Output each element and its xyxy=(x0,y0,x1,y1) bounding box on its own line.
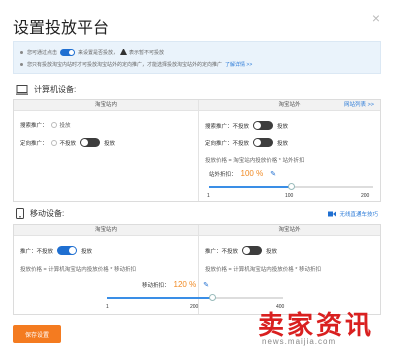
notice-text-1a: 您可通过点击 xyxy=(27,49,58,56)
computer-inside-search-label: 搜索推广： xyxy=(20,123,48,129)
warning-icon xyxy=(120,49,128,55)
toggle-example-icon xyxy=(60,48,76,56)
slider-tick-max: 200 xyxy=(361,193,370,199)
slider-tick-min: 1 xyxy=(106,304,109,310)
dialog-title: 设置投放平台 xyxy=(13,20,110,37)
computer-outside-discount-row: 站外折扣： 100 % ✎ xyxy=(209,169,276,178)
mobile-inside-promo-row: 推广： 不投放 投放 xyxy=(20,246,92,255)
computer-outside-discount-label: 站外折扣： xyxy=(209,171,237,178)
mobile-icon xyxy=(16,208,24,219)
computer-outside-search-row: 搜索推广： 不投放 投放 xyxy=(205,121,288,130)
computer-outside-targeted-toggle[interactable] xyxy=(253,138,274,147)
mobile-outside-formula-text: 投放价格 = 计算机淘宝站内投放价格 * 移动折扣 xyxy=(205,267,321,273)
bullet-icon xyxy=(20,62,23,66)
mobile-inside-promo-toggle[interactable] xyxy=(57,246,78,255)
computer-inside-targeted-toggle[interactable] xyxy=(80,138,101,147)
mobile-discount-label: 移动折扣： xyxy=(142,282,170,289)
radio-icon xyxy=(50,122,57,128)
slider-fill xyxy=(209,186,291,188)
mobile-tips-label[interactable]: 无线直通车技巧 xyxy=(339,210,378,218)
mobile-inside-formula-text: 投放价格 = 计算机淘宝站内投放价格 * 移动折扣 xyxy=(20,267,136,273)
mobile-inside-header: 淘宝站内 xyxy=(14,225,198,236)
computer-outside-search-off: 不投放 xyxy=(232,123,250,130)
mobile-outside-column: 淘宝站外 推广： 不投放 投放 投放价格 = 计算机淘宝站内投放价格 * 移动折… xyxy=(198,225,380,314)
learn-more-link[interactable]: 了解详情 >> xyxy=(225,61,252,68)
edit-icon[interactable]: ✎ xyxy=(203,281,209,289)
edit-icon[interactable]: ✎ xyxy=(270,170,276,178)
close-icon[interactable]: × xyxy=(372,10,380,26)
computer-heading: 计算机设备: xyxy=(16,84,76,95)
computer-outside-discount-slider[interactable] xyxy=(209,183,373,190)
computer-outside-search-toggle[interactable] xyxy=(253,121,274,130)
video-icon xyxy=(328,211,337,217)
notice-line-1: 您可通过点击 来设置是否投放， 表示暂不可投放 xyxy=(20,46,374,58)
slider-tick-min: 1 xyxy=(207,193,210,199)
computer-inside-column: 淘宝站内 搜索推广： 投放 定向推广： 不投放 投放 xyxy=(14,100,198,201)
computer-inside-targeted-on: 投放 xyxy=(104,140,116,147)
mobile-outside-promo-row: 推广： 不投放 投放 xyxy=(205,246,277,255)
computer-inside-targeted-off: 不投放 xyxy=(59,140,77,147)
notice-line-2: 您只有投放淘宝内站时才可投放淘宝站外的定向推广，才能选择投放淘宝站外的定向推广 … xyxy=(20,58,374,70)
computer-panel: 淘宝站内 搜索推广： 投放 定向推广： 不投放 投放 淘宝站外 网站列表 >> … xyxy=(13,99,381,202)
computer-inside-header: 淘宝站内 xyxy=(14,100,198,111)
save-settings-button[interactable]: 保存设置 xyxy=(13,325,61,343)
mobile-outside-promo-toggle[interactable] xyxy=(242,246,263,255)
mobile-discount-value[interactable]: 120 % xyxy=(174,280,197,289)
computer-outside-price-formula: 投放价格 = 淘宝站内投放价格 * 站外折扣 xyxy=(205,156,304,164)
computer-inside-targeted-row: 定向推广： 不投放 投放 xyxy=(20,138,115,147)
computer-outside-column: 淘宝站外 网站列表 >> 搜索推广： 不投放 投放 定向推广： 不投放 投放 投… xyxy=(198,100,380,201)
mobile-discount-slider[interactable] xyxy=(107,294,283,301)
mobile-outside-promo-off: 不投放 xyxy=(221,248,239,255)
computer-outside-targeted-row: 定向推广： 不投放 投放 xyxy=(205,138,288,147)
slider-handle[interactable] xyxy=(287,183,295,190)
mobile-heading-label: 移动设备: xyxy=(30,209,65,218)
slider-tick-mid: 200 xyxy=(190,304,199,310)
computer-outside-search-on: 投放 xyxy=(277,123,289,130)
mobile-outside-promo-on: 投放 xyxy=(266,248,278,255)
computer-outside-formula-text: 投放价格 = 淘宝站内投放价格 * 站外折扣 xyxy=(205,158,305,164)
radio-icon xyxy=(50,139,57,146)
slider-tick-mid: 100 xyxy=(285,193,294,199)
mobile-heading: 移动设备: 无线直通车技巧 xyxy=(16,208,384,219)
notice-text-1b: 来设置是否投放， xyxy=(78,49,119,56)
computer-outside-header: 淘宝站外 网站列表 >> xyxy=(199,100,380,111)
mobile-inside-price-formula: 投放价格 = 计算机淘宝站内投放价格 * 移动折扣 xyxy=(20,265,136,273)
notice-text-1c: 表示暂不可投放 xyxy=(129,49,165,56)
computer-outside-targeted-on: 投放 xyxy=(277,140,289,147)
slider-fill xyxy=(107,297,213,299)
mobile-outside-price-formula: 投放价格 = 计算机淘宝站内投放价格 * 移动折扣 xyxy=(205,265,321,273)
computer-outside-targeted-off: 不投放 xyxy=(232,140,250,147)
mobile-panel: 淘宝站内 推广： 不投放 投放 投放价格 = 计算机淘宝站内投放价格 * 移动折… xyxy=(13,224,381,315)
mobile-tips-link[interactable]: 无线直通车技巧 xyxy=(328,210,378,218)
watermark-url: news.maijia.com xyxy=(262,337,337,346)
computer-outside-discount-value[interactable]: 100 % xyxy=(241,169,264,178)
computer-heading-label: 计算机设备: xyxy=(34,85,77,94)
computer-icon xyxy=(16,84,28,95)
site-list-link[interactable]: 网站列表 >> xyxy=(344,100,374,111)
computer-outside-header-label: 淘宝站外 xyxy=(278,102,301,108)
mobile-outside-header: 淘宝站外 xyxy=(199,225,380,236)
mobile-outside-promo-label: 推广： xyxy=(205,248,222,255)
mobile-inside-promo-off: 不投放 xyxy=(36,248,54,255)
computer-outside-search-label: 搜索推广： xyxy=(205,123,233,130)
mobile-discount-row: 移动折扣： 120 % ✎ xyxy=(142,280,209,289)
mobile-inside-column: 淘宝站内 推广： 不投放 投放 投放价格 = 计算机淘宝站内投放价格 * 移动折… xyxy=(14,225,198,314)
bullet-icon xyxy=(20,50,23,54)
computer-inside-targeted-label: 定向推广： xyxy=(20,140,48,147)
notice-text-2: 您只有投放淘宝内站时才可投放淘宝站外的定向推广，才能选择投放淘宝站外的定向推广 xyxy=(27,61,223,68)
computer-inside-search-row: 搜索推广： 投放 xyxy=(20,121,71,129)
mobile-inside-promo-on: 投放 xyxy=(81,248,93,255)
notice-box: 您可通过点击 来设置是否投放， 表示暂不可投放 您只有投放淘宝内站时才可投放淘宝… xyxy=(13,41,381,74)
computer-outside-targeted-label: 定向推广： xyxy=(205,140,233,147)
computer-inside-search-value: 投放 xyxy=(59,123,71,129)
mobile-inside-promo-label: 推广： xyxy=(20,248,37,255)
